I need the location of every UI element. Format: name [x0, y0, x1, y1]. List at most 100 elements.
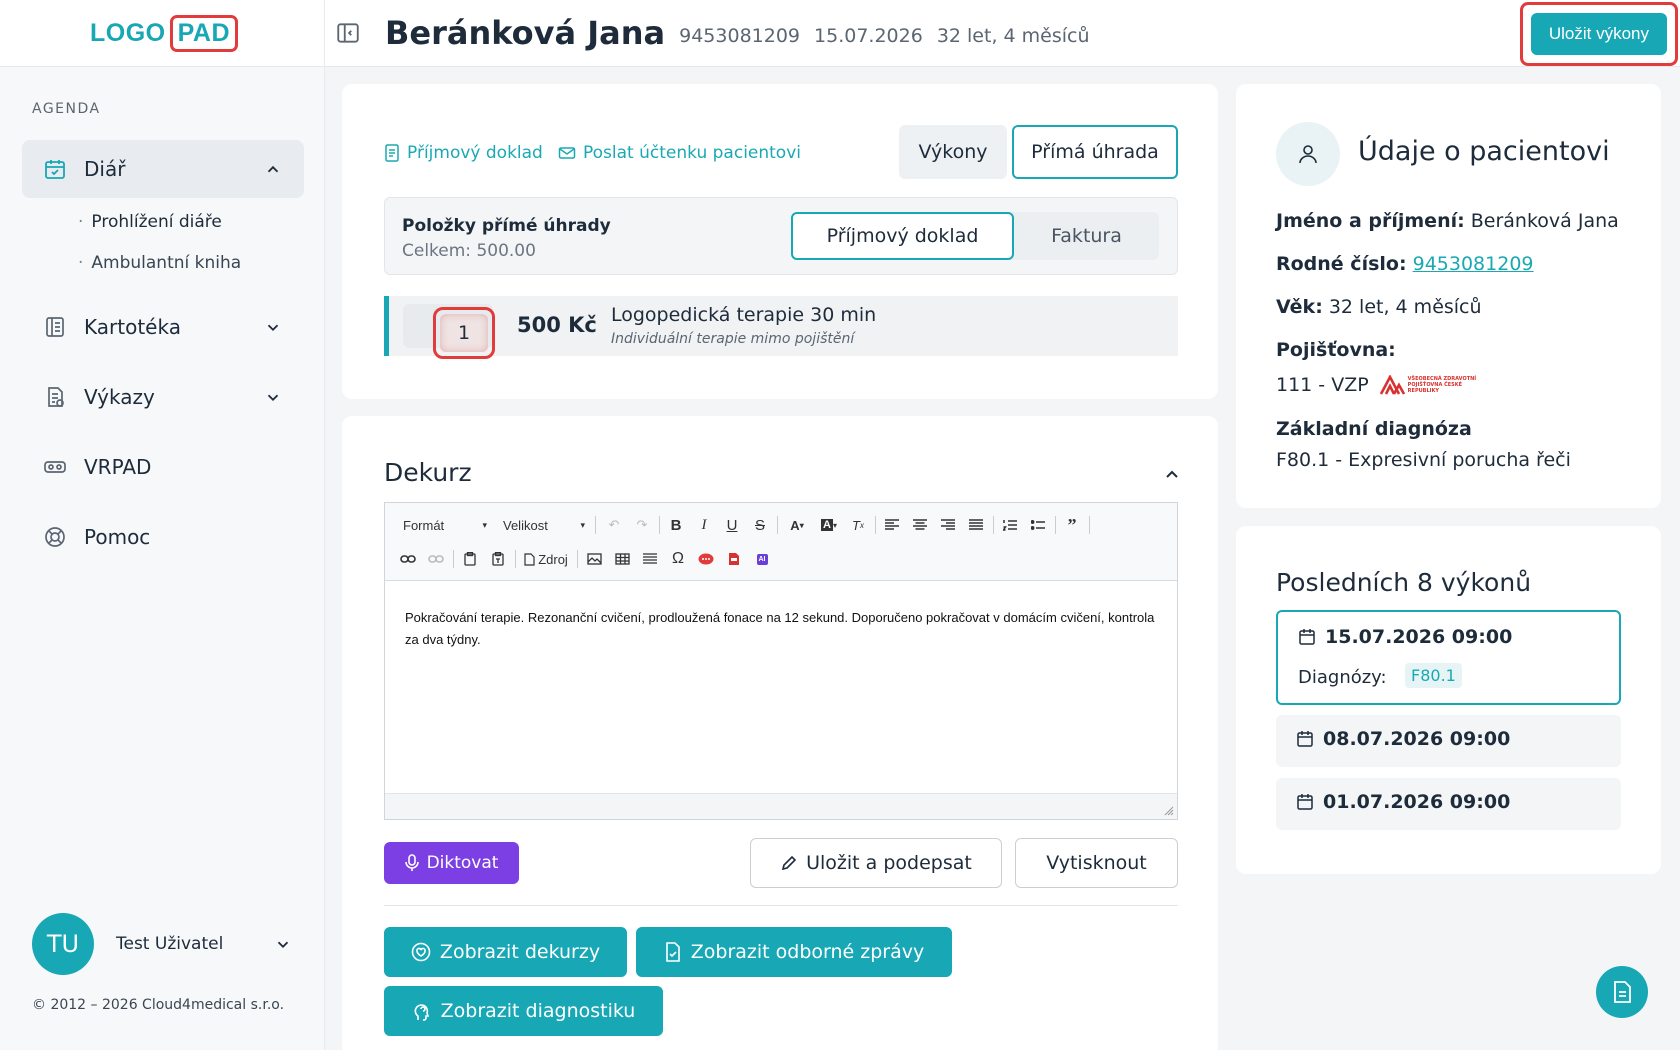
sidebar-section-label: AGENDA [32, 101, 101, 117]
sidebar-subitem-ambulantni-kniha[interactable]: Ambulantní kniha [78, 253, 241, 273]
link-icon[interactable] [397, 548, 419, 570]
strikethrough-icon[interactable]: S [749, 514, 771, 536]
italic-icon[interactable]: I [693, 514, 715, 536]
document-check-icon [665, 942, 680, 962]
show-reports-button[interactable]: Zobrazit odborné zprávy [636, 927, 952, 977]
print-button[interactable]: Vytisknout [1015, 838, 1178, 888]
send-receipt-label: Poslat účtenku pacientovi [583, 143, 801, 163]
show-dekurzy-button[interactable]: Zobrazit dekurzy [384, 927, 627, 977]
sidebar: LOGO PAD AGENDA Diář Prohlížení diáře Am… [0, 0, 325, 1050]
diagnosis-badge: F80.1 [1405, 663, 1462, 688]
redo-icon[interactable]: ↷ [631, 514, 653, 536]
calendar-icon [1299, 629, 1315, 645]
align-center-icon[interactable] [909, 514, 931, 536]
size-dropdown[interactable]: Velikost ▾ [503, 514, 585, 536]
source-button[interactable]: Zdroj [521, 548, 571, 570]
sidebar-toggle-icon[interactable] [335, 20, 361, 46]
special-char-icon[interactable]: Ω [667, 548, 689, 570]
clear-format-icon[interactable]: Tx [847, 514, 869, 536]
send-receipt-link[interactable]: Poslat účtenku pacientovi [558, 143, 801, 163]
file-cabinet-icon [42, 314, 68, 340]
quantity-stepper[interactable] [403, 304, 495, 359]
patient-card-title: Údaje o pacientovi [1358, 136, 1610, 167]
calendar-icon [1297, 794, 1313, 810]
sidebar-item-vrpad[interactable]: VRPAD [22, 438, 304, 496]
patient-diag-label: Základní diagnóza [1276, 418, 1472, 440]
sidebar-item-diar[interactable]: Diář [22, 140, 304, 198]
logo[interactable]: LOGO PAD [90, 14, 239, 52]
toolbar-separator [659, 516, 660, 534]
receipt-type-button[interactable]: Příjmový doklad [791, 212, 1014, 260]
dictate-button[interactable]: Diktovat [384, 842, 519, 884]
chevron-up-icon[interactable] [1162, 464, 1182, 484]
document-icon [385, 144, 399, 162]
image-icon[interactable] [583, 548, 605, 570]
ai-assistant-icon[interactable]: AI [751, 548, 773, 570]
numbered-list-icon[interactable] [999, 514, 1021, 536]
size-label: Velikost [503, 517, 548, 533]
toolbar-separator [577, 550, 578, 568]
text-color-icon[interactable]: A ▾ [783, 514, 811, 536]
invoice-type-button[interactable]: Faktura [1014, 212, 1159, 260]
toolbar-separator [515, 550, 516, 568]
save-button[interactable]: Uložit výkony [1530, 13, 1667, 55]
payment-card: Příjmový doklad Poslat účtenku pacientov… [342, 84, 1218, 399]
sidebar-item-kartoteka[interactable]: Kartotéka [22, 298, 304, 356]
toolbar-separator [1089, 516, 1090, 534]
resize-handle-icon[interactable] [1164, 806, 1174, 816]
undo-icon[interactable]: ↶ [603, 514, 625, 536]
ai-label: AI [756, 553, 768, 565]
patient-age-row: Věk: 32 let, 4 měsíců [1276, 296, 1482, 318]
patient-insurer-value: 111 - VZP [1276, 374, 1369, 396]
patient-rc-link[interactable]: 9453081209 [1413, 253, 1534, 275]
vr-headset-icon [42, 454, 68, 480]
receipt-link[interactable]: Příjmový doklad [384, 143, 543, 163]
user-menu[interactable]: TU Test Uživatel [32, 913, 292, 975]
quantity-input[interactable] [440, 314, 488, 352]
bold-icon[interactable]: B [665, 514, 687, 536]
blockquote-icon[interactable]: ” [1061, 514, 1083, 536]
heart-circle-icon [411, 942, 431, 962]
history-item[interactable]: 08.07.2026 09:00 [1276, 715, 1621, 767]
history-item[interactable]: 01.07.2026 09:00 [1276, 778, 1621, 830]
chevron-down-icon [267, 394, 279, 401]
patient-insurer-label: Pojišťovna: [1276, 339, 1396, 361]
user-icon [1299, 145, 1317, 164]
editor-toolbar: Formát ▾ Velikost ▾ ↶ ↷ B I U S A ▾ A ▾ Tx ” [385, 503, 1177, 581]
unlink-icon[interactable] [425, 548, 447, 570]
table-icon[interactable] [611, 548, 633, 570]
history-card: Posledních 8 výkonů 15.07.2026 09:00 Dia… [1236, 526, 1661, 874]
caret-down-icon: ▾ [482, 519, 487, 530]
history-date: 08.07.2026 09:00 [1296, 728, 1510, 750]
bullet-list-icon[interactable] [1027, 514, 1049, 536]
horizontal-rule-icon[interactable] [639, 548, 661, 570]
sidebar-item-vykazy[interactable]: Výkazy [22, 368, 304, 426]
report-icon [42, 384, 68, 410]
patient-diag-value: F80.1 - Expresivní porucha řeči [1276, 449, 1571, 471]
align-justify-icon[interactable] [965, 514, 987, 536]
payment-item-row: 500 Kč Logopedická terapie 30 min Indivi… [384, 296, 1178, 359]
notes-fab-button[interactable] [1596, 966, 1648, 1018]
format-dropdown[interactable]: Formát ▾ [403, 514, 487, 536]
show-diagnostics-button[interactable]: Zobrazit diagnostiku [384, 986, 663, 1036]
paste-text-icon[interactable] [487, 548, 509, 570]
show-reports-label: Zobrazit odborné zprávy [690, 941, 925, 963]
paste-icon[interactable] [459, 548, 481, 570]
underline-icon[interactable]: U [721, 514, 743, 536]
copyright: © 2012 – 2026 Cloud4medical s.r.o. [32, 997, 285, 1013]
tab-vykony[interactable]: Výkony [899, 125, 1007, 179]
sidebar-subitem-prohlizeni[interactable]: Prohlížení diáře [78, 212, 221, 232]
history-item[interactable]: 15.07.2026 09:00 Diagnózy: F80.1 [1276, 610, 1621, 705]
editor-content[interactable]: Pokračování terapie. Rezonanční cvičení,… [405, 607, 1165, 651]
comment-icon[interactable] [695, 548, 717, 570]
pdf-icon[interactable] [723, 548, 745, 570]
receipt-link-label: Příjmový doklad [407, 143, 543, 163]
toolbar-separator [453, 550, 454, 568]
align-left-icon[interactable] [881, 514, 903, 536]
save-sign-button[interactable]: Uložit a podepsat [750, 838, 1002, 888]
sidebar-item-pomoc[interactable]: Pomoc [22, 508, 304, 566]
tab-prima-uhrada[interactable]: Přímá úhrada [1012, 125, 1178, 179]
align-right-icon[interactable] [937, 514, 959, 536]
rich-text-editor[interactable]: Formát ▾ Velikost ▾ ↶ ↷ B I U S A ▾ A ▾ Tx ” [384, 502, 1178, 820]
background-color-icon[interactable]: A ▾ [815, 514, 843, 536]
